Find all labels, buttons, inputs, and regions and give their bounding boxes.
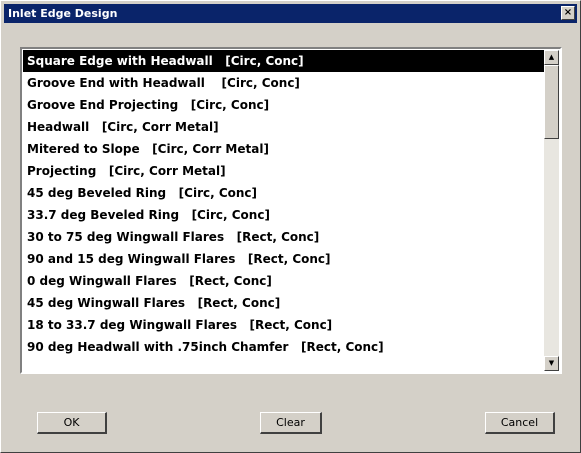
close-icon: × (563, 7, 573, 18)
cancel-button[interactable]: Cancel (485, 412, 555, 434)
list-item[interactable]: Square Edge with Headwall [Circ, Conc] (23, 50, 545, 72)
list-item[interactable]: Groove End Projecting [Circ, Conc] (23, 94, 545, 116)
close-button[interactable]: × (561, 6, 575, 20)
ok-button[interactable]: OK (37, 412, 107, 434)
scroll-up-button[interactable]: ▲ (544, 50, 559, 65)
inlet-edge-listbox[interactable]: Square Edge with Headwall [Circ, Conc] Gr… (20, 47, 562, 374)
clear-button[interactable]: Clear (260, 412, 322, 434)
list-item[interactable]: Projecting [Circ, Corr Metal] (23, 160, 545, 182)
inlet-edge-design-dialog: Inlet Edge Design × Square Edge with Hea… (0, 0, 581, 453)
list-item[interactable]: 18 to 33.7 deg Wingwall Flares [Rect, Co… (23, 314, 545, 336)
list-item[interactable]: Mitered to Slope [Circ, Corr Metal] (23, 138, 545, 160)
scroll-thumb[interactable] (544, 65, 559, 139)
triangle-down-icon: ▼ (548, 359, 555, 367)
list-item[interactable]: 90 and 15 deg Wingwall Flares [Rect, Con… (23, 248, 545, 270)
list-item[interactable]: 90 deg Headwall with .75inch Chamfer [Re… (23, 336, 545, 358)
list-item[interactable]: Headwall [Circ, Corr Metal] (23, 116, 545, 138)
list-item[interactable]: 33.7 deg Beveled Ring [Circ, Conc] (23, 204, 545, 226)
window-title: Inlet Edge Design (8, 7, 118, 20)
list-item[interactable]: 45 deg Beveled Ring [Circ, Conc] (23, 182, 545, 204)
list-item[interactable]: 0 deg Wingwall Flares [Rect, Conc] (23, 270, 545, 292)
triangle-up-icon: ▲ (548, 53, 555, 61)
list-item[interactable]: 30 to 75 deg Wingwall Flares [Rect, Conc… (23, 226, 545, 248)
list-item[interactable]: 45 deg Wingwall Flares [Rect, Conc] (23, 292, 545, 314)
title-bar[interactable]: Inlet Edge Design × (4, 4, 577, 23)
scroll-down-button[interactable]: ▼ (544, 356, 559, 371)
list-item[interactable]: Groove End with Headwall [Circ, Conc] (23, 72, 545, 94)
list-items: Square Edge with Headwall [Circ, Conc] Gr… (23, 50, 545, 358)
vertical-scrollbar[interactable]: ▲ ▼ (544, 50, 559, 371)
